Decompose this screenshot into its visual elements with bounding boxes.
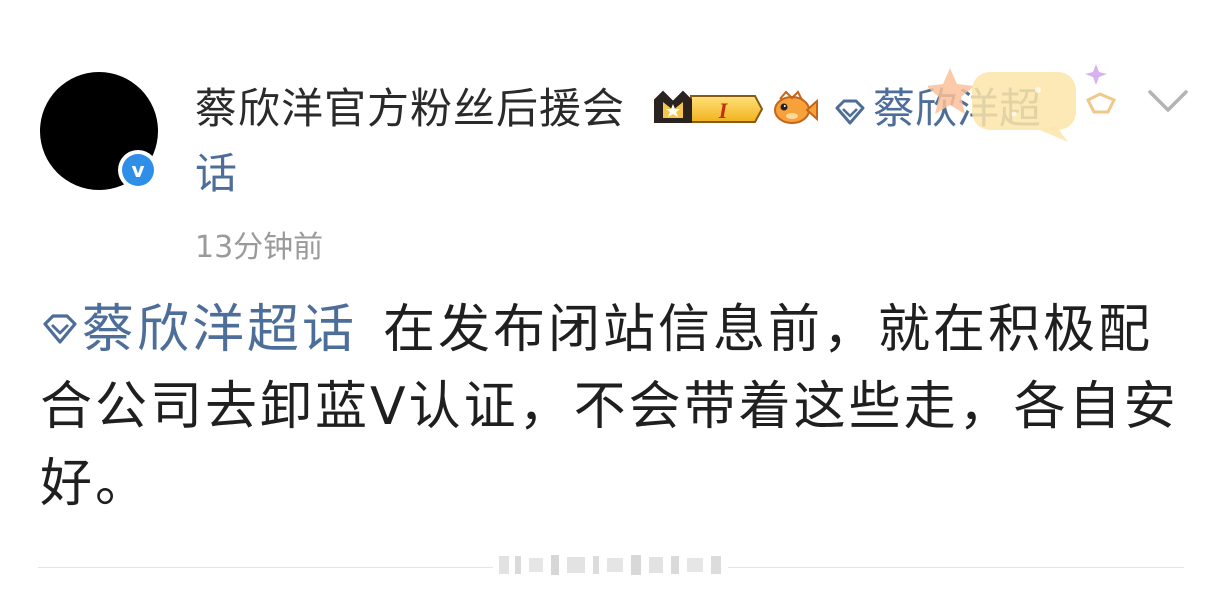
crown-icon[interactable]: I [651,88,763,130]
post-topic-link[interactable]: 蔡欣洋超话 [40,300,357,360]
post-timestamp[interactable]: 13分钟前 [195,228,323,268]
post-header: 蔡欣洋官方粉丝后援会 I 蔡欣洋超 [195,78,1115,138]
author-name[interactable]: 蔡欣洋官方粉丝后援会 [195,83,625,135]
post-topic-label[interactable]: 蔡欣洋超话 [82,300,357,360]
gem-icon [43,314,77,344]
member-level-text: I [718,98,729,123]
gem-icon [835,99,865,124]
watermark-image [493,552,728,578]
post-body: 蔡欣洋超话 在发布闭站信息前，就在积极配合公司去卸蓝V认证，不会带着这些走，各自安… [40,292,1180,523]
verified-icon: v [122,154,154,186]
chevron-down-icon[interactable] [1146,84,1190,118]
topic-link-label[interactable]: 蔡欣洋超 [873,84,1041,133]
topic-link[interactable]: 蔡欣洋超 [833,83,1041,135]
topic-link-wrap[interactable]: 话 [195,148,237,200]
fish-icon[interactable] [770,90,818,128]
verified-badge: v [118,150,158,190]
